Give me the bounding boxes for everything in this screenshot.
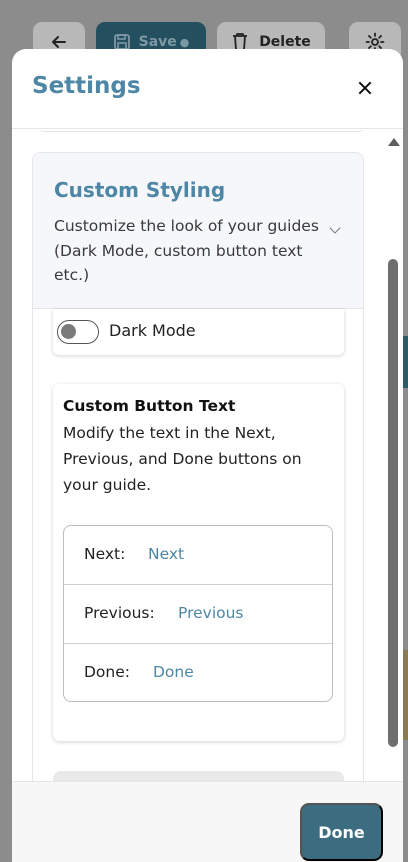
dark-mode-toggle[interactable] [57, 320, 99, 344]
scrollbar-thumb[interactable] [388, 259, 398, 747]
modal-header: Settings [12, 49, 403, 129]
toggle-knob [61, 324, 76, 339]
unsaved-indicator: ● [179, 35, 190, 49]
modal-footer: Done [12, 781, 403, 862]
save-label: Save [138, 34, 177, 50]
custom-button-text-card: Custom Button Text Modify the text in th… [53, 384, 344, 741]
dark-mode-row: Dark Mode [53, 309, 344, 355]
custom-button-text-title: Custom Button Text [63, 397, 236, 415]
next-text-row: Next: Next [64, 526, 332, 585]
modal-body[interactable]: Custom Styling Customize the look of you… [12, 130, 403, 782]
done-button[interactable]: Done [300, 803, 383, 861]
done-text-label: Done: [84, 663, 131, 681]
previous-text-label: Previous: [84, 604, 155, 622]
dark-mode-label: Dark Mode [109, 321, 196, 340]
delete-label: Delete [259, 34, 311, 50]
button-text-fields: Next: Next Previous: Previous Done: Done [63, 525, 333, 702]
scroll-up-arrow-icon[interactable] [388, 138, 400, 146]
previous-text-input[interactable]: Previous [178, 604, 244, 622]
done-text-input[interactable]: Done [153, 663, 194, 681]
close-icon[interactable] [357, 80, 373, 96]
custom-styling-section: Custom Styling Customize the look of you… [32, 152, 364, 782]
custom-styling-accordion-header[interactable]: Custom Styling Customize the look of you… [33, 153, 363, 309]
chevron-down-icon[interactable] [329, 222, 341, 234]
next-text-label: Next: [84, 545, 126, 563]
done-text-row: Done: Done [64, 644, 332, 703]
previous-text-row: Previous: Previous [64, 585, 332, 644]
custom-button-text-description: Modify the text in the Next, Previous, a… [63, 424, 302, 494]
modal-title: Settings [32, 73, 141, 99]
previous-section-card [38, 130, 364, 132]
settings-modal: Settings Custom Styling Customize the lo… [12, 49, 403, 862]
section-description: Customize the look of your guides (Dark … [54, 217, 319, 284]
next-text-input[interactable]: Next [148, 545, 184, 563]
section-title: Custom Styling [54, 178, 226, 202]
